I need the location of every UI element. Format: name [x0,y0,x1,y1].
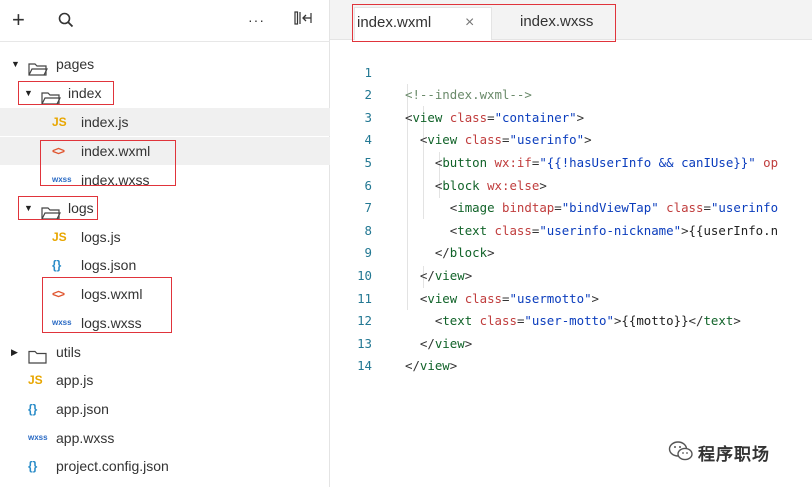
tree-folder-pages[interactable]: ▼ pages [0,50,330,78]
tree-label: app.json [56,401,109,417]
tab-label: index.wxml [357,14,432,31]
tree-folder-utils[interactable]: ▶ utils [0,338,330,366]
js-file-icon: JS [52,230,67,244]
expanded-arrow-icon[interactable]: ▼ [11,50,20,78]
code-line: 2 <view class="container"> [330,62,812,125]
expanded-arrow-icon[interactable]: ▼ [24,194,33,222]
tab-index-wxml[interactable]: index.wxml × [354,7,492,40]
code-line: 1 <!--index.wxml--> [330,39,812,103]
wxml-file-icon: <> [52,287,65,301]
more-options-button[interactable]: ··· [248,12,265,28]
tree-label: logs.json [81,257,137,273]
code-line: 9 </view> [330,220,812,283]
tree-label: logs.js [81,229,121,245]
code-line: 12 </view> [330,288,812,351]
tree-label: logs [68,200,94,216]
code-line: 5 <block wx:else> [330,129,812,193]
code-line: 6 <image bindtap="bindViewTap" class="us… [330,152,812,216]
tree-file-index-wxss[interactable]: wxss index.wxss [0,166,330,194]
wxss-file-icon: wxss [52,318,72,327]
search-icon[interactable] [58,12,74,33]
collapsed-arrow-icon[interactable]: ▶ [11,338,18,366]
code-line: 13 </view> [330,310,812,374]
tree-label: index.wxss [81,172,150,188]
watermark-text: 程序职场 [698,445,770,464]
tree-label: logs.wxss [81,315,142,331]
tree-label: app.wxss [56,430,115,446]
expanded-arrow-icon[interactable]: ▼ [24,79,33,107]
code-line: 14 [330,333,812,373]
code-line: 7 <text class="userinfo-nickname">{{user… [330,175,812,238]
code-line: 3 <view class="userinfo"> [330,84,812,148]
wxss-file-icon: wxss [52,175,72,184]
tree-file-logs-wxss[interactable]: wxss logs.wxss [0,309,330,337]
file-explorer: + ··· ▼ pages ▼ index JS index.js <> ind… [0,0,330,487]
watermark: 程序职场 [668,436,808,466]
code-line: 10 <view class="usermotto"> [330,242,812,306]
tree-file-app-js[interactable]: JS app.js [0,366,330,394]
js-file-icon: JS [28,373,43,387]
tab-index-wxss[interactable]: index.wxss [510,7,614,40]
code-line: 11 <text class="user-motto">{{motto}}</t… [330,265,812,329]
json-file-icon: {} [28,459,38,473]
tree-label: app.js [56,372,94,388]
tree-file-index-wxml[interactable]: <> index.wxml [0,137,330,165]
tree-file-app-json[interactable]: {} app.json [0,395,330,423]
json-file-icon: {} [28,402,38,416]
tree-label: index.wxml [81,143,151,159]
close-icon[interactable]: × [465,8,474,38]
tree-label: index [68,85,102,101]
editor-tab-bar: index.wxml × index.wxss [330,0,812,42]
add-file-button[interactable]: + [12,9,25,31]
tree-folder-logs[interactable]: ▼ logs [0,194,330,222]
tree-file-logs-js[interactable]: JS logs.js [0,223,330,251]
tab-label: index.wxss [520,13,594,30]
tree-label: project.config.json [56,458,169,474]
code-editor: index.wxml × index.wxss 1 <!--index.wxml… [330,0,812,487]
code-line: 4 <button wx:if="{{!hasUserInfo && canIU… [330,107,812,170]
tree-file-app-wxss[interactable]: wxss app.wxss [0,424,330,452]
code-area[interactable]: 1 <!--index.wxml--> 2 <view class="conta… [330,40,812,487]
wxml-file-icon: <> [52,144,65,158]
explorer-toolbar: + ··· [0,0,330,42]
tree-label: index.js [81,114,129,130]
wechat-icon [668,440,694,467]
tree-label: utils [56,344,81,360]
line-number: 14 [357,358,372,374]
tree-file-project-config-json[interactable]: {} project.config.json [0,452,330,480]
tree-label: logs.wxml [81,286,143,302]
tree-label: pages [56,56,95,72]
js-file-icon: JS [52,115,67,129]
tree-file-logs-wxml[interactable]: <> logs.wxml [0,280,330,308]
tree-file-index-js[interactable]: JS index.js [0,108,330,136]
code-line: 8 </block> [330,197,812,261]
collapse-panel-icon[interactable] [294,10,314,29]
tree-folder-index[interactable]: ▼ index [0,79,330,107]
tree-file-logs-json[interactable]: {} logs.json [0,251,330,279]
wxss-file-icon: wxss [28,433,48,442]
json-file-icon: {} [52,258,62,272]
